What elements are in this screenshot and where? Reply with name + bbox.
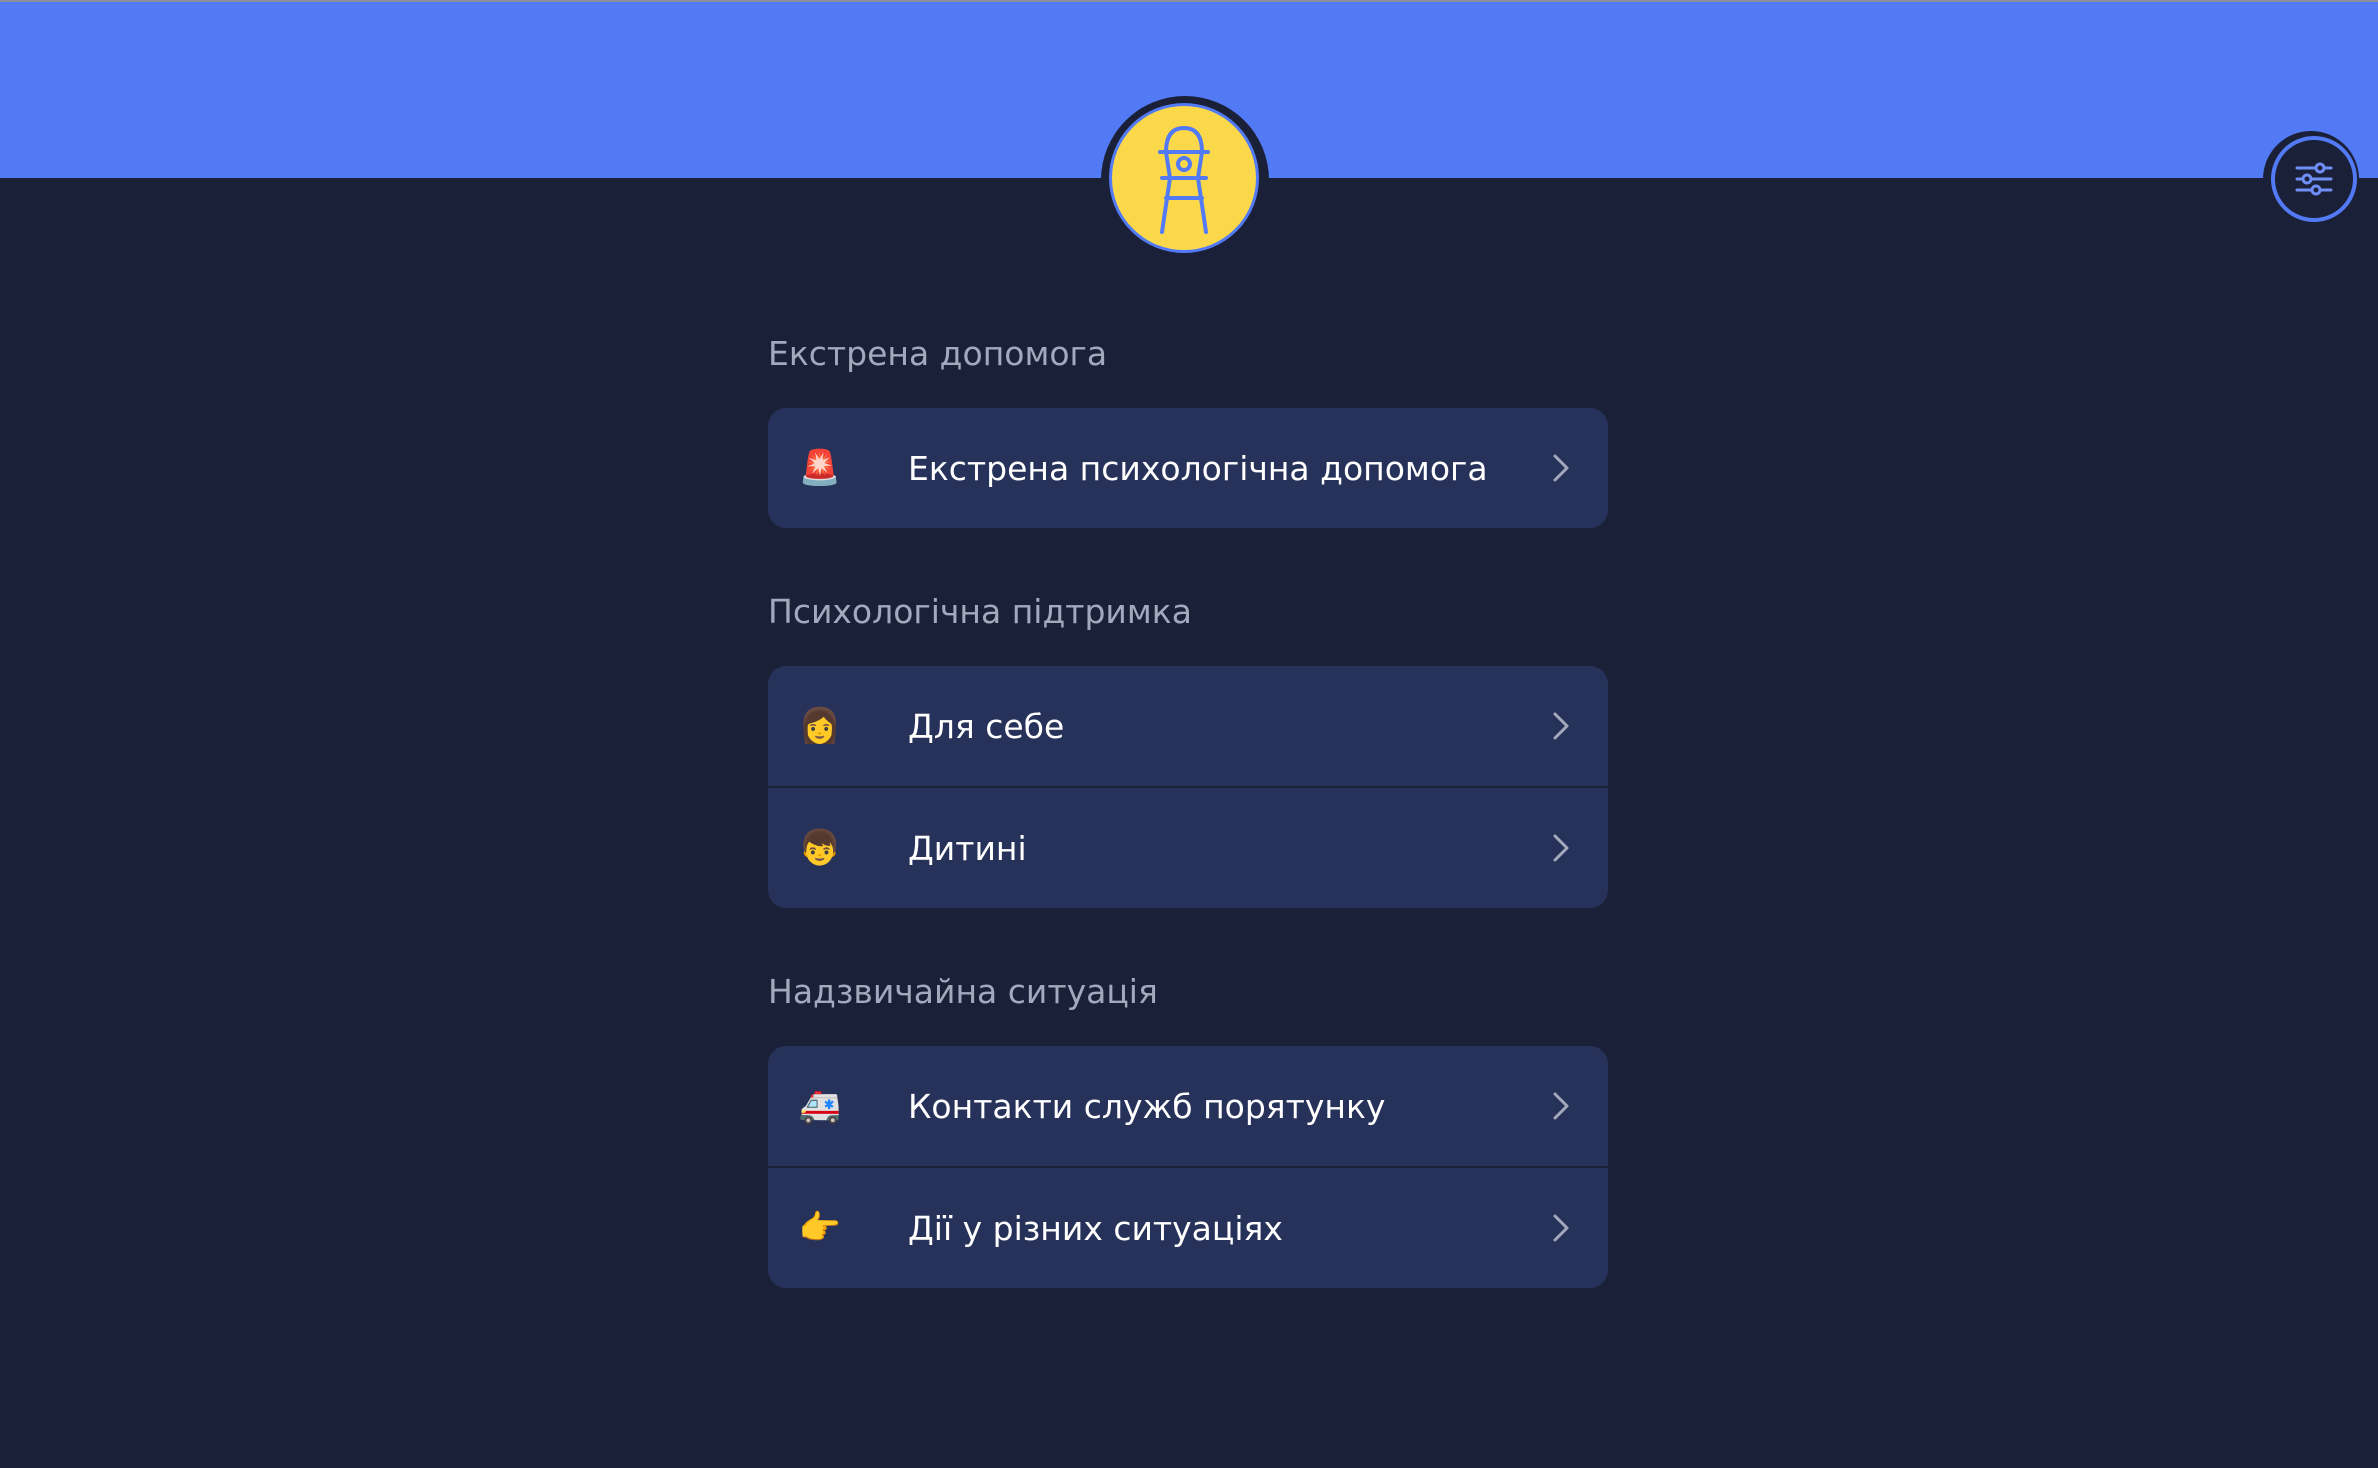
emergency-card: 🚨 Екстрена психологічна допомога xyxy=(768,408,1608,528)
list-item-actions-in-situations[interactable]: 👉 Дії у різних ситуаціях xyxy=(768,1166,1608,1288)
siren-icon: 🚨 xyxy=(798,448,842,488)
app-page: Екстрена допомога 🚨 Екстрена психологічн… xyxy=(0,0,2378,1468)
pointing-hand-icon: 👉 xyxy=(798,1208,842,1248)
section-title-emergency: Екстрена допомога xyxy=(768,334,1108,373)
list-item-label: Дитині xyxy=(908,828,1027,868)
list-item-rescue-contacts[interactable]: 🚑 Контакти служб порятунку xyxy=(768,1046,1608,1166)
sliders-icon xyxy=(2295,162,2333,196)
list-item-label: Для себе xyxy=(908,706,1065,746)
list-item-label: Дії у різних ситуаціях xyxy=(908,1208,1283,1248)
section-title-psych-support: Психологічна підтримка xyxy=(768,592,1192,631)
woman-icon: 👩 xyxy=(798,706,842,746)
section-title-emergency-situation: Надзвичайна ситуація xyxy=(768,972,1158,1011)
chevron-right-icon xyxy=(1550,1091,1572,1121)
boy-icon: 👦 xyxy=(798,828,842,868)
chevron-right-icon xyxy=(1550,711,1572,741)
emergency-situation-card: 🚑 Контакти служб порятунку 👉 Дії у різни… xyxy=(768,1046,1608,1288)
lighthouse-icon xyxy=(1158,126,1210,234)
list-item-for-self[interactable]: 👩 Для себе xyxy=(768,666,1608,786)
chevron-right-icon xyxy=(1550,833,1572,863)
list-item-label: Контакти служб порятунку xyxy=(908,1086,1386,1126)
chevron-right-icon xyxy=(1550,453,1572,483)
psych-support-card: 👩 Для себе 👦 Дитині xyxy=(768,666,1608,908)
list-item-label: Екстрена психологічна допомога xyxy=(908,448,1488,488)
filter-settings-button[interactable] xyxy=(2271,136,2357,222)
list-item-emergency-psych-help[interactable]: 🚨 Екстрена психологічна допомога xyxy=(768,408,1608,528)
list-item-for-child[interactable]: 👦 Дитині xyxy=(768,786,1608,908)
ambulance-icon: 🚑 xyxy=(798,1086,842,1126)
chevron-right-icon xyxy=(1550,1213,1572,1243)
app-logo[interactable] xyxy=(1109,103,1259,253)
